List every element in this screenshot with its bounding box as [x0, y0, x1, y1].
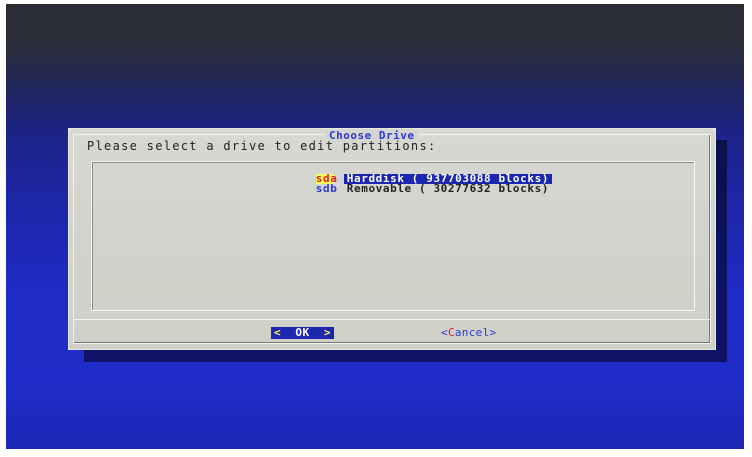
drive-list[interactable]: sda Harddisk ( 937703088 blocks) sdb Remov… — [91, 161, 695, 311]
terminal-screen: Choose Drive Please select a drive to ed… — [6, 4, 744, 449]
cancel-right-bracket: > — [489, 326, 497, 339]
ok-button[interactable]: < OK > — [271, 327, 334, 339]
cancel-button[interactable]: <Cancel> — [441, 327, 496, 339]
list-item-sda[interactable]: sda Harddisk ( 937703088 blocks) — [258, 164, 553, 184]
cancel-left-bracket: < — [441, 326, 448, 339]
button-divider — [73, 319, 711, 320]
ok-right-bracket: > — [323, 326, 331, 339]
drive-tag-sdb: sdb — [315, 182, 338, 195]
drive-description-sdb: Removable ( 30277632 blocks) — [346, 182, 550, 195]
list-item-sdb[interactable]: sdb Removable ( 30277632 blocks) — [258, 174, 552, 194]
cancel-label: ancel — [454, 326, 490, 339]
dialog-prompt: Please select a drive to edit partitions… — [87, 139, 437, 153]
ok-left-bracket: < — [274, 326, 282, 339]
choose-drive-dialog: Choose Drive Please select a drive to ed… — [68, 128, 716, 350]
cancel-hotkey: C — [447, 326, 455, 339]
ok-label: OK — [295, 326, 310, 339]
